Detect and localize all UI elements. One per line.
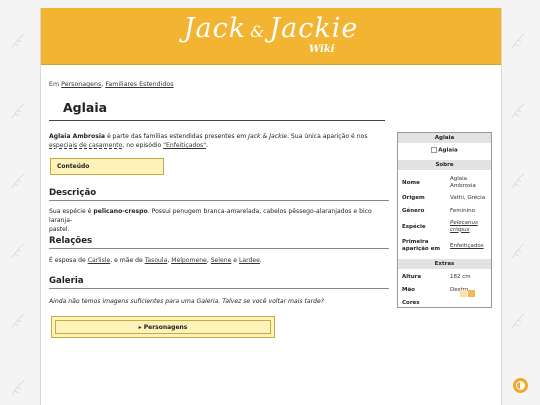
descricao-text: Sua espécie é	[49, 208, 94, 215]
link-lardee[interactable]: Lardee	[239, 257, 260, 264]
infobox-value-primeira-aparicao: Enfeitiçados	[450, 243, 484, 250]
infobox-image-alt: Aglaia	[438, 147, 458, 154]
logo-jack: Jack	[183, 13, 247, 44]
theme-toggle-button[interactable]	[513, 378, 528, 393]
link-tasoula[interactable]: Tasoula	[145, 257, 168, 264]
descricao-paragraph: Sua espécie é pelicano-crespo. Possui pe…	[49, 207, 389, 234]
infobox-value-nome: Aglaia Ambrosia	[450, 176, 476, 189]
infobox-label-altura: Altura	[402, 274, 422, 280]
infobox-label-genero: Gênero	[402, 208, 425, 214]
heading-divider	[49, 248, 389, 249]
intro-text: . Sua única aparição é nos	[287, 133, 368, 140]
intro-name: Aglaia Ambrosia	[49, 133, 106, 140]
infobox-value-especie: Pelecanus crispus	[450, 220, 486, 233]
site-banner[interactable]: Jack & Jackie Wiki	[41, 8, 501, 65]
infobox-label-especie: Espécie	[402, 224, 426, 230]
link-carlisle[interactable]: Carlisle	[88, 257, 111, 264]
breadcrumb-link-personagens[interactable]: Personagens	[61, 81, 101, 88]
navbox-toggle[interactable]: ▸ Personagens	[55, 320, 271, 334]
logo-wiki-label: Wiki	[309, 44, 335, 55]
title-divider	[49, 120, 385, 121]
infobox-label-nome: Nome	[402, 180, 420, 186]
infobox-value-genero: Feminino	[450, 208, 475, 214]
breadcrumb-prefix: Em	[49, 81, 62, 88]
wiki-page: Jack & Jackie Wiki Em Personagens, Familia…	[40, 8, 502, 405]
breadcrumb-link-familiares[interactable]: Familiares Estendidos	[105, 81, 173, 88]
infobox-label-primeira-aparicao: Primeira aparição em	[402, 239, 441, 252]
intro-text: .	[206, 142, 208, 149]
broken-image-icon	[431, 147, 438, 153]
link-species[interactable]: Pelecanus crispus	[450, 220, 478, 233]
breadcrumb: Em Personagens, Familiares Estendidos	[49, 81, 174, 88]
link-first-appearance[interactable]: Enfeitiçados	[450, 243, 484, 249]
descricao-text: pastel.	[49, 226, 70, 233]
relacoes-paragraph: É esposa de Carlisle, e mãe de Tasoula, …	[49, 256, 389, 265]
logo-ampersand: &	[250, 22, 266, 41]
galeria-paragraph: Ainda não temos imagens suficientes para…	[49, 298, 325, 305]
link-selene[interactable]: Selene	[211, 257, 232, 264]
page-title: Aglaia	[63, 100, 108, 115]
heading-divider	[49, 200, 389, 201]
infobox-label-cores: Cores	[402, 300, 420, 306]
relacoes-text: , e mãe de	[110, 257, 145, 264]
infobox-section-extras: Extras	[398, 259, 491, 269]
link-melpomene[interactable]: Melpomene	[171, 257, 207, 264]
infobox-section-sobre: Sobre	[398, 160, 491, 170]
infobox-value-origem: Vathi, Grécia	[450, 195, 486, 201]
navbox-personagens[interactable]: ▸ Personagens	[51, 316, 275, 338]
heading-galeria: Galeria	[49, 276, 84, 286]
heading-divider	[49, 288, 389, 289]
heading-relacoes: Relações	[49, 236, 93, 246]
color-swatch	[460, 290, 467, 297]
relacoes-text: É esposa de	[49, 257, 88, 264]
infobox-label-origem: Origem	[402, 195, 425, 201]
infobox-image: Aglaia	[398, 147, 491, 155]
relacoes-text: e	[231, 257, 239, 264]
intro-text: é parte das famílias estendidas presente…	[105, 133, 249, 140]
relacoes-text: .	[259, 257, 262, 264]
infobox-value-altura: 182 cm	[450, 274, 471, 280]
species-name: pelicano-crespo	[93, 208, 148, 215]
infobox: Aglaia Aglaia Sobre Nome Aglaia Ambrosia…	[397, 132, 492, 308]
link-especiais-casamento[interactable]: especiais de casamento	[49, 142, 122, 149]
contrast-icon	[516, 381, 525, 390]
link-episode-enfeiticados[interactable]: "Enfeitiçados"	[163, 142, 206, 149]
infobox-label-mao: Mão	[402, 287, 415, 293]
logo-jackie: Jackie	[269, 13, 359, 44]
show-title: Jack & Jackie	[248, 133, 288, 140]
infobox-title: Aglaia	[398, 133, 491, 143]
toc-label: Conteúdo	[57, 163, 90, 170]
intro-paragraph: Aglaia Ambrosia é parte das famílias est…	[49, 132, 389, 150]
site-logo[interactable]: Jack & Jackie	[41, 14, 501, 47]
heading-descricao: Descrição	[49, 188, 97, 198]
color-swatch	[468, 290, 475, 297]
table-of-contents[interactable]: Conteúdo	[50, 158, 164, 175]
intro-text: , no episódio	[122, 142, 164, 149]
